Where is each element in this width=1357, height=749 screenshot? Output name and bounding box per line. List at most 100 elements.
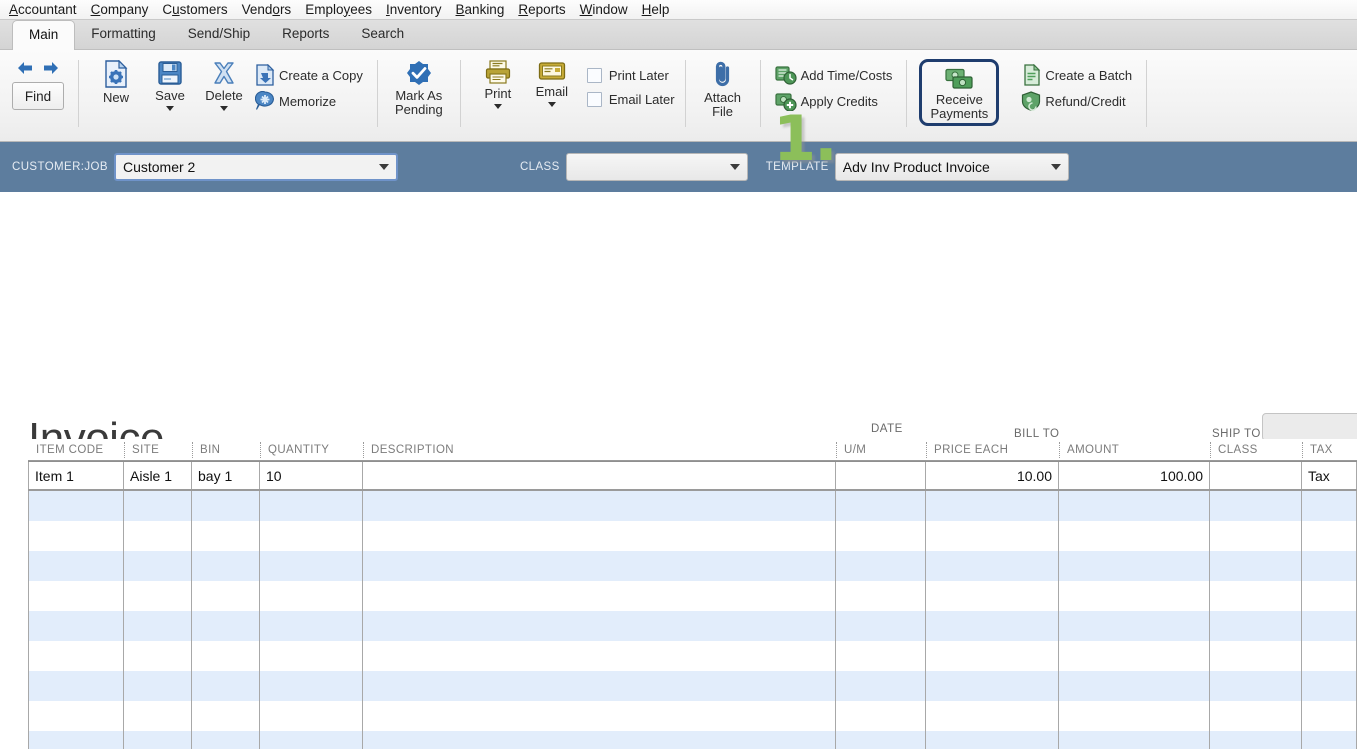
- cell-bin[interactable]: [192, 611, 260, 641]
- cell-um[interactable]: [836, 581, 926, 611]
- apply-credits-button[interactable]: Apply Credits: [771, 88, 897, 114]
- cell-description[interactable]: [363, 641, 836, 671]
- cell-tax[interactable]: Tax: [1302, 462, 1357, 489]
- cell-quantity[interactable]: [260, 701, 363, 731]
- find-button[interactable]: Find: [12, 82, 64, 110]
- menu-item-window[interactable]: Window: [573, 0, 635, 19]
- table-row-empty[interactable]: [28, 731, 1357, 749]
- menu-item-banking[interactable]: Banking: [449, 0, 512, 19]
- email-later-checkbox-row[interactable]: Email Later: [585, 87, 675, 111]
- cell-bin[interactable]: [192, 701, 260, 731]
- email-later-checkbox[interactable]: [586, 91, 602, 107]
- cell-bin[interactable]: bay 1: [192, 462, 260, 489]
- cell-tax[interactable]: [1302, 641, 1357, 671]
- cell-um[interactable]: [836, 671, 926, 701]
- cell-bin[interactable]: [192, 731, 260, 749]
- cell-site[interactable]: [124, 611, 192, 641]
- tab-reports[interactable]: Reports: [266, 20, 345, 49]
- customer-job-chevron-down-icon[interactable]: [378, 164, 389, 170]
- mark-as-pending-button[interactable]: Mark As Pending: [388, 56, 450, 117]
- memorize-button[interactable]: Memorize: [251, 88, 367, 114]
- cell-tax[interactable]: [1302, 551, 1357, 581]
- save-button[interactable]: Save: [143, 56, 197, 111]
- cell-item_code[interactable]: [28, 641, 124, 671]
- cell-description[interactable]: [363, 611, 836, 641]
- cell-amount[interactable]: [1059, 701, 1210, 731]
- receive-payments-button[interactable]: Receive Payments: [926, 64, 992, 121]
- print-later-checkbox-row[interactable]: Print Later: [585, 63, 675, 87]
- cell-bin[interactable]: [192, 521, 260, 551]
- print-button[interactable]: Print: [471, 56, 525, 109]
- menu-item-inventory[interactable]: Inventory: [379, 0, 449, 19]
- create-a-batch-button[interactable]: Create a Batch: [1017, 62, 1136, 88]
- cell-site[interactable]: Aisle 1: [124, 462, 192, 489]
- table-row-empty[interactable]: [28, 551, 1357, 581]
- table-row[interactable]: Item 1 Aisle 1 bay 1 10 10.00 100.00 Tax: [28, 462, 1357, 491]
- cell-price_each[interactable]: [926, 701, 1059, 731]
- cell-description[interactable]: [363, 521, 836, 551]
- cell-class[interactable]: [1210, 551, 1302, 581]
- cell-site[interactable]: [124, 731, 192, 749]
- customer-job-combobox[interactable]: Customer 2: [113, 153, 398, 181]
- cell-description[interactable]: [363, 701, 836, 731]
- table-row-empty[interactable]: [28, 641, 1357, 671]
- create-a-copy-button[interactable]: Create a Copy: [251, 62, 367, 88]
- cell-quantity[interactable]: [260, 731, 363, 749]
- cell-bin[interactable]: [192, 671, 260, 701]
- cell-price_each[interactable]: [926, 521, 1059, 551]
- table-row-empty[interactable]: [28, 521, 1357, 551]
- cell-class[interactable]: [1210, 671, 1302, 701]
- cell-tax[interactable]: [1302, 491, 1357, 521]
- cell-item_code[interactable]: [28, 521, 124, 551]
- ship-to-combobox[interactable]: [1262, 413, 1357, 441]
- cell-item_code[interactable]: [28, 731, 124, 749]
- column-header-class[interactable]: CLASS: [1210, 439, 1302, 461]
- cell-tax[interactable]: [1302, 731, 1357, 749]
- cell-quantity[interactable]: [260, 641, 363, 671]
- column-header-item_code[interactable]: ITEM CODE: [28, 439, 124, 461]
- table-row-empty[interactable]: [28, 611, 1357, 641]
- cell-bin[interactable]: [192, 491, 260, 521]
- cell-quantity[interactable]: [260, 521, 363, 551]
- menu-item-company[interactable]: Company: [84, 0, 156, 19]
- template-combobox[interactable]: Adv Inv Product Invoice: [834, 153, 1069, 181]
- cell-tax[interactable]: [1302, 701, 1357, 731]
- cell-price_each[interactable]: [926, 641, 1059, 671]
- attach-file-button[interactable]: Attach File: [696, 56, 750, 119]
- cell-price_each[interactable]: [926, 731, 1059, 749]
- cell-description[interactable]: [363, 462, 836, 489]
- column-header-description[interactable]: DESCRIPTION: [363, 439, 836, 461]
- table-row-empty[interactable]: [28, 491, 1357, 521]
- cell-um[interactable]: [836, 491, 926, 521]
- cell-amount[interactable]: [1059, 491, 1210, 521]
- cell-amount[interactable]: 100.00: [1059, 462, 1210, 489]
- cell-site[interactable]: [124, 671, 192, 701]
- cell-tax[interactable]: [1302, 581, 1357, 611]
- menu-item-reports[interactable]: Reports: [511, 0, 572, 19]
- template-chevron-down-icon[interactable]: [1050, 164, 1061, 170]
- cell-um[interactable]: [836, 731, 926, 749]
- table-row-empty[interactable]: [28, 701, 1357, 731]
- cell-item_code[interactable]: [28, 671, 124, 701]
- menu-item-accountant[interactable]: Accountant: [2, 0, 84, 19]
- cell-price_each[interactable]: [926, 611, 1059, 641]
- cell-item_code[interactable]: Item 1: [28, 462, 124, 489]
- arrow-right-icon[interactable]: [42, 60, 60, 76]
- tab-send-ship[interactable]: Send/Ship: [172, 20, 266, 49]
- cell-site[interactable]: [124, 521, 192, 551]
- table-row-empty[interactable]: [28, 581, 1357, 611]
- column-header-tax[interactable]: TAX: [1302, 439, 1357, 461]
- cell-um[interactable]: [836, 521, 926, 551]
- email-button[interactable]: Email: [525, 56, 579, 107]
- cell-amount[interactable]: [1059, 611, 1210, 641]
- cell-description[interactable]: [363, 731, 836, 749]
- cell-class[interactable]: [1210, 701, 1302, 731]
- cell-class[interactable]: [1210, 491, 1302, 521]
- tab-search[interactable]: Search: [345, 20, 420, 49]
- cell-bin[interactable]: [192, 551, 260, 581]
- cell-class[interactable]: [1210, 641, 1302, 671]
- column-header-price_each[interactable]: PRICE EACH: [926, 439, 1059, 461]
- cell-class[interactable]: [1210, 521, 1302, 551]
- cell-site[interactable]: [124, 491, 192, 521]
- cell-um[interactable]: [836, 551, 926, 581]
